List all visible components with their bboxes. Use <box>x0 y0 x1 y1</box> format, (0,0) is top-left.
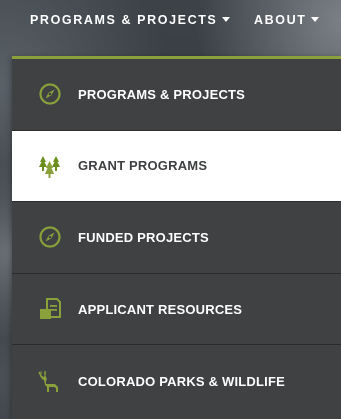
menu-item-label: FUNDED PROJECTS <box>78 229 209 245</box>
caret-down-icon <box>222 16 231 22</box>
document-icon <box>37 296 63 322</box>
menu-item-funded-projects[interactable]: FUNDED PROJECTS <box>12 202 341 274</box>
trees-icon <box>37 153 63 179</box>
caret-down-icon <box>311 16 320 22</box>
nav-about[interactable]: ABOUT <box>254 13 320 27</box>
menu-item-label: APPLICANT RESOURCES <box>78 301 243 317</box>
menu-item-grant-programs[interactable]: GRANT PROGRAMS <box>12 130 341 203</box>
menu-item-colorado-parks-wildlife[interactable]: COLORADO PARKS & WILDLIFE <box>12 345 341 417</box>
nav-programs-label: PROGRAMS & PROJECTS <box>30 13 218 27</box>
nav-programs-projects[interactable]: PROGRAMS & PROJECTS <box>30 13 231 27</box>
menu-item-programs-projects[interactable]: PROGRAMS & PROJECTS <box>12 59 341 131</box>
menu-item-applicant-resources[interactable]: APPLICANT RESOURCES <box>12 274 341 346</box>
compass-icon <box>37 81 63 107</box>
nav-about-label: ABOUT <box>254 13 307 27</box>
menu-item-label: PROGRAMS & PROJECTS <box>78 86 246 102</box>
menu-item-label: COLORADO PARKS & WILDLIFE <box>78 373 285 389</box>
compass-icon <box>37 224 63 250</box>
top-navigation: PROGRAMS & PROJECTS ABOUT <box>0 0 341 44</box>
programs-dropdown-menu: PROGRAMS & PROJECTS GRANT PROGRAMS FUNDE… <box>12 56 341 419</box>
menu-item-label: GRANT PROGRAMS <box>78 158 208 174</box>
elk-icon <box>37 368 63 394</box>
